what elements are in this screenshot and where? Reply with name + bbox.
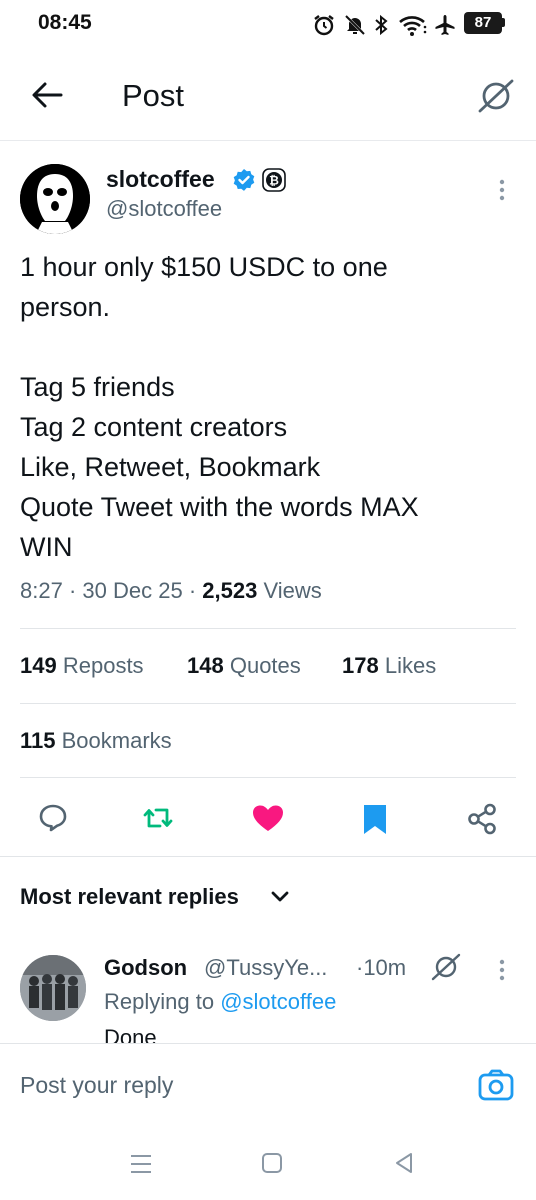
reply-avatar[interactable] (20, 955, 86, 1021)
airplane-icon (433, 13, 457, 37)
replying-to-prefix: Replying to (104, 989, 215, 1014)
likes-label: Likes (384, 653, 437, 678)
more-options-icon[interactable] (494, 178, 510, 204)
battery-tip (502, 18, 505, 27)
divider (20, 703, 516, 704)
tweet-meta: 8:27 · 30 Dec 25 · 2,523 Views (20, 578, 322, 604)
tweet-date[interactable]: 30 Dec 25 (82, 578, 182, 603)
views-label[interactable]: Views (263, 578, 321, 603)
repost-icon[interactable] (142, 803, 174, 833)
bookmarks-stat[interactable]: 115 Bookmarks (20, 728, 172, 754)
bitcoin-affiliate-icon: ₿ (262, 168, 286, 192)
verified-badge-icon (232, 168, 256, 192)
quotes-stat[interactable]: 148 Quotes (187, 653, 301, 679)
heart-icon[interactable] (252, 804, 284, 832)
author-name[interactable]: slotcoffee (106, 166, 215, 193)
reply-grok-icon[interactable] (430, 953, 462, 981)
meta-separator: · (68, 578, 83, 603)
author-handle[interactable]: @slotcoffee (106, 196, 222, 222)
divider (20, 628, 516, 629)
meta-separator: · (188, 578, 203, 603)
status-time: 08:45 (38, 11, 92, 34)
bookmark-icon[interactable] (362, 803, 388, 835)
reply-icon[interactable] (38, 803, 68, 833)
share-icon[interactable] (466, 803, 498, 835)
chevron-down-icon[interactable] (270, 889, 290, 905)
reposts-count: 149 (20, 653, 57, 678)
replying-to-handle-link[interactable]: @slotcoffee (220, 989, 336, 1014)
recent-apps-icon[interactable] (128, 1153, 154, 1175)
reposts-stat[interactable]: 149 Reposts (20, 653, 144, 679)
back-arrow-icon[interactable] (30, 80, 64, 110)
reply-more-options-icon[interactable] (494, 958, 510, 984)
replies-sort-heading[interactable]: Most relevant replies (20, 884, 239, 910)
tweet-text: 1 hour only $150 USDC to one person. Tag… (20, 252, 419, 562)
tweet-time[interactable]: 8:27 (20, 578, 63, 603)
status-bar: 08:45 87 (0, 0, 536, 48)
header-divider (0, 140, 536, 141)
reply-time[interactable]: ·10m (356, 955, 406, 981)
reply-author-name[interactable]: Godson (104, 955, 187, 981)
camera-icon[interactable] (478, 1068, 514, 1102)
section-divider (0, 856, 536, 857)
divider (20, 777, 516, 778)
page-title: Post (122, 78, 185, 113)
alarm-icon (312, 13, 336, 37)
bluetooth-icon (372, 13, 390, 37)
quotes-label: Quotes (229, 653, 301, 678)
wifi-icon (398, 13, 428, 37)
bookmarks-count: 115 (20, 728, 56, 753)
quotes-count: 148 (187, 653, 224, 678)
battery-indicator: 87 (464, 12, 502, 34)
reply-author-handle[interactable]: @TussyYe... (204, 955, 327, 981)
svg-text:₿: ₿ (269, 174, 279, 188)
reply-input[interactable]: Post your reply (20, 1072, 173, 1099)
replying-to: Replying to @slotcoffee (104, 989, 336, 1015)
author-avatar[interactable] (20, 164, 90, 234)
grok-icon[interactable] (476, 78, 516, 114)
bookmarks-label: Bookmarks (61, 728, 172, 753)
mute-bell-icon (343, 13, 367, 37)
views-count[interactable]: 2,523 (202, 578, 257, 603)
reposts-label: Reposts (62, 653, 144, 678)
back-triangle-icon[interactable] (392, 1151, 416, 1175)
likes-stat[interactable]: 178 Likes (342, 653, 436, 679)
home-icon[interactable] (260, 1151, 284, 1175)
likes-count: 178 (342, 653, 379, 678)
